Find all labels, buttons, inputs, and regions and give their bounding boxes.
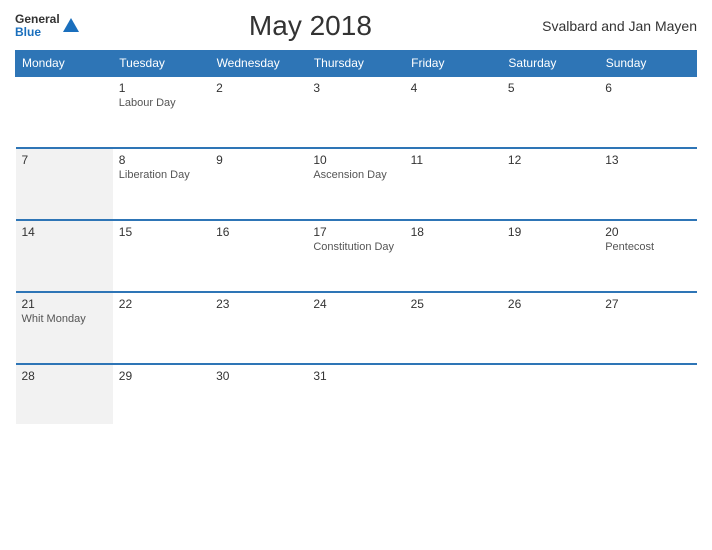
calendar-cell: 7 [16, 148, 113, 220]
holiday-name: Ascension Day [313, 169, 398, 181]
day-number: 30 [216, 369, 301, 383]
week-row-4: 21 Whit Monday 22 23 24 25 26 27 [16, 292, 697, 364]
day-number: 27 [605, 297, 690, 311]
day-number: 19 [508, 225, 593, 239]
header: General Blue May 2018 Svalbard and Jan M… [15, 10, 697, 42]
calendar-cell: 12 [502, 148, 599, 220]
calendar-cell: 15 [113, 220, 210, 292]
region-title: Svalbard and Jan Mayen [542, 18, 697, 34]
day-number: 3 [313, 81, 398, 95]
day-number: 31 [313, 369, 398, 383]
calendar-cell: 30 [210, 364, 307, 424]
day-header-wednesday: Wednesday [210, 51, 307, 77]
calendar-cell: 26 [502, 292, 599, 364]
calendar-cell: 11 [405, 148, 502, 220]
calendar-cell [405, 364, 502, 424]
calendar-cell: 8 Liberation Day [113, 148, 210, 220]
calendar-cell: 17 Constitution Day [307, 220, 404, 292]
day-number: 17 [313, 225, 398, 239]
calendar-cell: 14 [16, 220, 113, 292]
logo: General Blue [15, 13, 79, 39]
calendar-cell: 21 Whit Monday [16, 292, 113, 364]
holiday-name: Pentecost [605, 241, 690, 253]
holiday-name: Whit Monday [22, 313, 107, 325]
calendar-cell: 28 [16, 364, 113, 424]
calendar-cell [599, 364, 696, 424]
day-number: 18 [411, 225, 496, 239]
day-number: 20 [605, 225, 690, 239]
calendar-cell: 4 [405, 76, 502, 148]
calendar-cell: 3 [307, 76, 404, 148]
calendar-page: General Blue May 2018 Svalbard and Jan M… [0, 0, 712, 550]
calendar-cell: 20 Pentecost [599, 220, 696, 292]
day-header-monday: Monday [16, 51, 113, 77]
days-header-row: MondayTuesdayWednesdayThursdayFridaySatu… [16, 51, 697, 77]
calendar-cell: 29 [113, 364, 210, 424]
day-header-thursday: Thursday [307, 51, 404, 77]
calendar-cell: 2 [210, 76, 307, 148]
calendar-cell [16, 76, 113, 148]
calendar-cell: 6 [599, 76, 696, 148]
calendar-cell: 16 [210, 220, 307, 292]
day-number: 16 [216, 225, 301, 239]
calendar-table: MondayTuesdayWednesdayThursdayFridaySatu… [15, 50, 697, 424]
calendar-cell: 1 Labour Day [113, 76, 210, 148]
day-number: 9 [216, 153, 301, 167]
calendar-cell: 13 [599, 148, 696, 220]
logo-triangle-icon [63, 18, 79, 32]
calendar-cell [502, 364, 599, 424]
day-number: 5 [508, 81, 593, 95]
holiday-name: Liberation Day [119, 169, 204, 181]
week-row-1: 1 Labour Day 23456 [16, 76, 697, 148]
day-number: 14 [22, 225, 107, 239]
calendar-cell: 5 [502, 76, 599, 148]
calendar-cell: 23 [210, 292, 307, 364]
week-row-5: 28 29 30 31 [16, 364, 697, 424]
day-number: 29 [119, 369, 204, 383]
day-number: 8 [119, 153, 204, 167]
day-number: 13 [605, 153, 690, 167]
day-number: 22 [119, 297, 204, 311]
day-number: 21 [22, 297, 107, 311]
day-header-sunday: Sunday [599, 51, 696, 77]
day-number: 10 [313, 153, 398, 167]
day-number: 6 [605, 81, 690, 95]
day-number: 24 [313, 297, 398, 311]
day-number: 1 [119, 81, 204, 95]
day-header-saturday: Saturday [502, 51, 599, 77]
day-number: 4 [411, 81, 496, 95]
day-number: 15 [119, 225, 204, 239]
holiday-name: Constitution Day [313, 241, 398, 253]
day-number: 23 [216, 297, 301, 311]
month-title: May 2018 [249, 10, 372, 42]
day-number: 11 [411, 153, 496, 167]
calendar-cell: 18 [405, 220, 502, 292]
day-header-friday: Friday [405, 51, 502, 77]
week-row-3: 14 15 16 17 Constitution Day 18 19 20 Pentecost [16, 220, 697, 292]
calendar-cell: 25 [405, 292, 502, 364]
calendar-cell: 24 [307, 292, 404, 364]
day-number: 7 [22, 153, 107, 167]
day-number: 28 [22, 369, 107, 383]
calendar-cell: 9 [210, 148, 307, 220]
logo-blue-text: Blue [15, 26, 60, 39]
day-number: 2 [216, 81, 301, 95]
calendar-cell: 22 [113, 292, 210, 364]
calendar-cell: 31 [307, 364, 404, 424]
day-number: 26 [508, 297, 593, 311]
calendar-cell: 10 Ascension Day [307, 148, 404, 220]
day-number: 25 [411, 297, 496, 311]
holiday-name: Labour Day [119, 97, 204, 109]
day-number: 12 [508, 153, 593, 167]
calendar-cell: 19 [502, 220, 599, 292]
week-row-2: 78 Liberation Day 9 10 Ascension Day 11 12 13 [16, 148, 697, 220]
day-header-tuesday: Tuesday [113, 51, 210, 77]
calendar-cell: 27 [599, 292, 696, 364]
